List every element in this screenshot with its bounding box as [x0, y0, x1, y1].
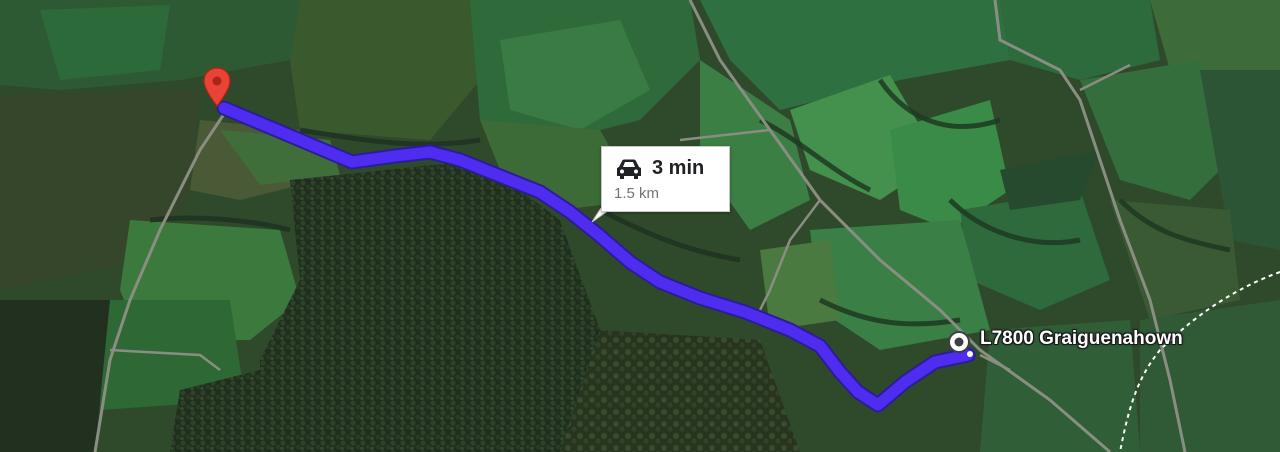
- destination-label[interactable]: L7800 Graiguenahown: [980, 328, 1183, 350]
- map-imagery: [0, 0, 1280, 452]
- satellite-map[interactable]: 3 min 1.5 km L7800 Graiguenahown: [0, 0, 1280, 452]
- place-marker-icon[interactable]: [947, 330, 971, 354]
- car-icon: [617, 159, 641, 179]
- route-duration: 3 min: [652, 157, 705, 179]
- route-info-callout[interactable]: 3 min 1.5 km: [601, 146, 730, 212]
- route-distance: 1.5 km: [614, 185, 660, 202]
- red-pin-icon[interactable]: [201, 66, 233, 110]
